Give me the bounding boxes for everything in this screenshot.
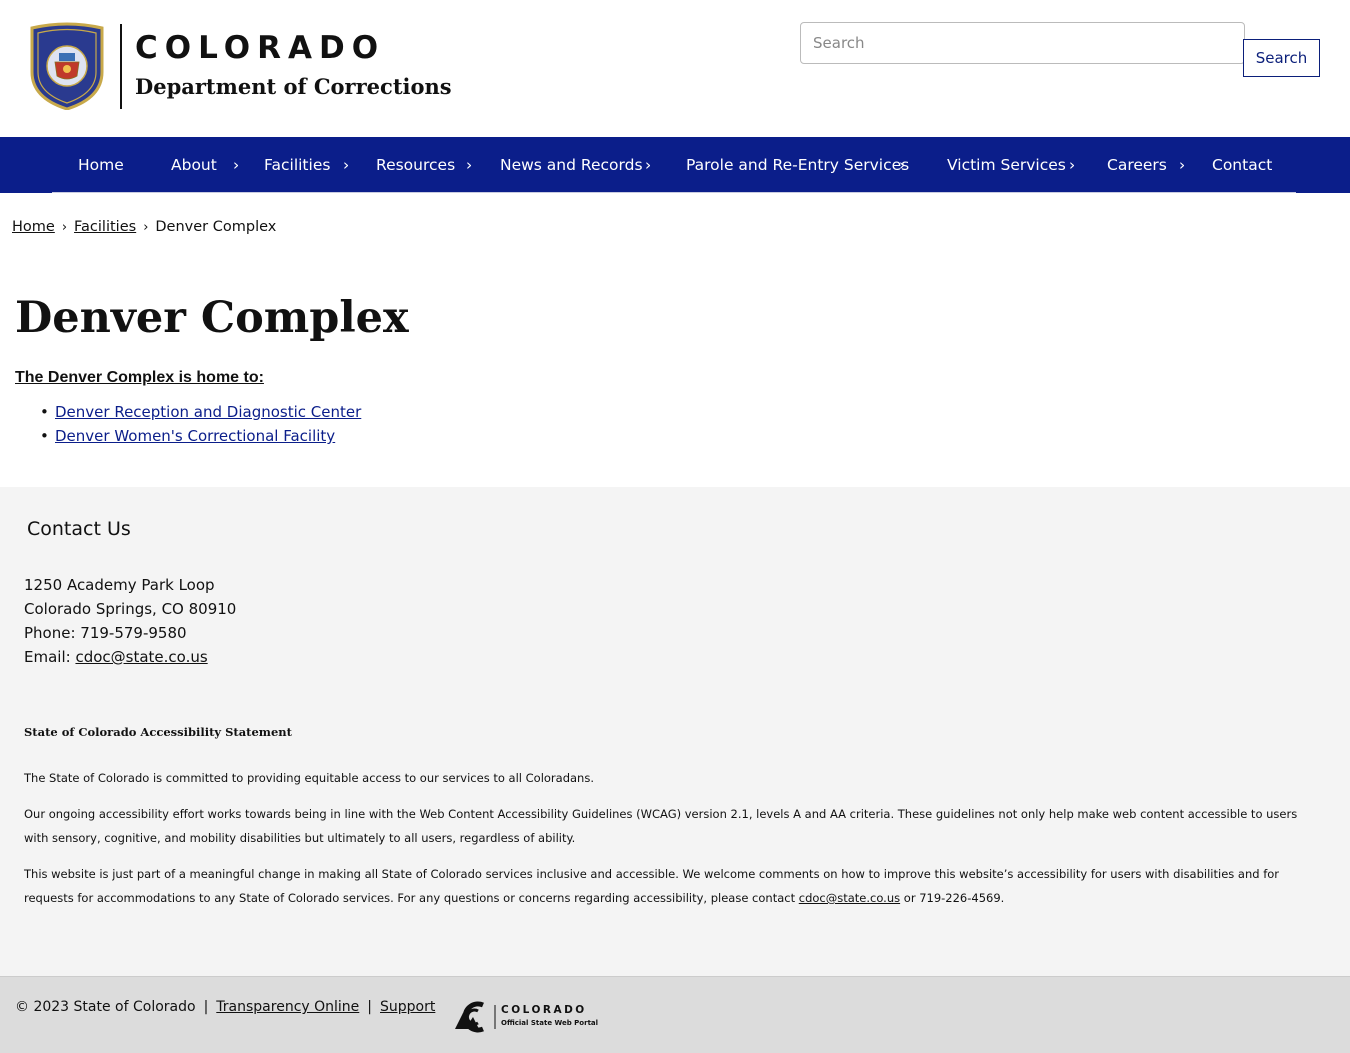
breadcrumb-current: Denver Complex (155, 219, 277, 235)
accessibility-paragraph-1: The State of Colorado is committed to pr… (24, 771, 594, 785)
chevron-right-icon[interactable]: › (645, 137, 651, 193)
nav-item-about[interactable]: About (171, 137, 217, 193)
email-row: Email: cdoc@state.co.us (24, 645, 236, 669)
chevron-right-icon[interactable]: › (466, 137, 472, 193)
chevron-right-icon[interactable]: › (899, 137, 905, 193)
colorado-c-logo-icon (455, 1001, 496, 1033)
bullet-icon: • (40, 427, 49, 445)
nav-item-label: Resources (376, 156, 456, 174)
logo-divider (120, 24, 122, 109)
search-input[interactable] (800, 22, 1245, 64)
nav-item-resources[interactable]: Resources (376, 137, 455, 193)
facility-link-drdc[interactable]: Denver Reception and Diagnostic Center (55, 403, 361, 421)
bottom-bar: © 2023 State of Colorado | Transparency On… (0, 976, 1350, 1053)
breadcrumb-separator-icon: › (61, 220, 68, 235)
chevron-right-icon[interactable]: › (1069, 137, 1075, 193)
nav-item-label: Contact (1212, 156, 1273, 174)
list-item: • Denver Reception and Diagnostic Center (40, 403, 361, 427)
nav-item-news-and-records[interactable]: News and Records (500, 137, 643, 193)
accessibility-paragraph-2: Our ongoing accessibility effort works t… (24, 807, 1298, 845)
accessibility-text: or 719-226-4569. (900, 891, 1005, 905)
nav-item-parole[interactable]: Parole and Re-Entry Services (686, 137, 909, 193)
colorado-doc-seal-icon[interactable] (28, 22, 106, 110)
copyright-text: © 2023 State of Colorado (15, 999, 196, 1015)
divider: | (367, 999, 373, 1015)
list-item: • Denver Women's Correctional Facility (40, 427, 361, 451)
intro-heading: The Denver Complex is home to: (15, 369, 264, 386)
nav-item-label: Parole and Re-Entry Services (686, 156, 910, 174)
chevron-right-icon[interactable]: › (343, 137, 349, 193)
nav-item-label: Facilities (264, 156, 331, 174)
nav-item-victim-services[interactable]: Victim Services (947, 137, 1066, 193)
contact-info: 1250 Academy Park Loop Colorado Springs,… (24, 573, 236, 669)
nav-item-label: Careers (1107, 156, 1167, 174)
nav-item-label: About (171, 156, 217, 174)
breadcrumb-separator-icon: › (143, 220, 149, 235)
facility-list: • Denver Reception and Diagnostic Center … (40, 403, 361, 451)
chevron-right-icon[interactable]: › (233, 137, 239, 193)
support-link[interactable]: Support (380, 999, 435, 1015)
accessibility-email-link[interactable]: cdoc@state.co.us (799, 891, 900, 905)
main-nav: Home About › Facilities › Resources › Ne… (0, 137, 1350, 193)
chevron-right-icon[interactable]: › (1179, 137, 1185, 193)
accessibility-paragraph-3: This website is just part of a meaningfu… (24, 862, 1314, 910)
site-footer: Contact Us 1250 Academy Park Loop Colora… (0, 487, 1350, 976)
breadcrumb: Home › Facilities › Denver Complex (12, 219, 276, 235)
phone: Phone: 719-579-9580 (24, 624, 187, 642)
logo-title[interactable]: COLORADO (135, 30, 385, 66)
page-title: Denver Complex (15, 293, 409, 343)
contact-heading: Contact Us (27, 518, 131, 540)
email-link[interactable]: cdoc@state.co.us (75, 648, 207, 666)
nav-item-contact[interactable]: Contact (1212, 137, 1272, 193)
logo-subtitle[interactable]: Department of Corrections (135, 74, 452, 99)
accessibility-text: This website is just part of a meaningfu… (24, 867, 1280, 905)
nav-item-careers[interactable]: Careers (1107, 137, 1167, 193)
email-label: Email: (24, 648, 76, 666)
colorado-portal-logo[interactable]: COLORADO Official State Web Portal (453, 1001, 598, 1033)
nav-item-label: News and Records (500, 156, 643, 174)
nav-item-label: Victim Services (947, 156, 1066, 174)
portal-subtitle: Official State Web Portal (501, 1019, 599, 1027)
divider: | (203, 999, 209, 1015)
address-line1: 1250 Academy Park Loop (24, 576, 215, 594)
nav-item-home[interactable]: Home (78, 137, 124, 193)
nav-underline (52, 192, 1296, 193)
transparency-link[interactable]: Transparency Online (216, 999, 359, 1015)
copyright-row: © 2023 State of Colorado | Transparency On… (15, 999, 435, 1015)
site-header: COLORADO Department of Corrections Searc… (0, 0, 1350, 137)
nav-item-facilities[interactable]: Facilities (264, 137, 330, 193)
bullet-icon: • (40, 403, 49, 421)
breadcrumb-link-facilities[interactable]: Facilities (74, 219, 136, 235)
portal-title: COLORADO (501, 1004, 587, 1016)
search-button[interactable]: Search (1243, 39, 1320, 77)
nav-item-label: Home (78, 156, 124, 174)
accessibility-heading: State of Colorado Accessibility Statemen… (24, 725, 292, 739)
address-line2: Colorado Springs, CO 80910 (24, 600, 237, 618)
breadcrumb-link-home[interactable]: Home (12, 219, 55, 235)
facility-link-dwcf[interactable]: Denver Women's Correctional Facility (55, 427, 335, 445)
